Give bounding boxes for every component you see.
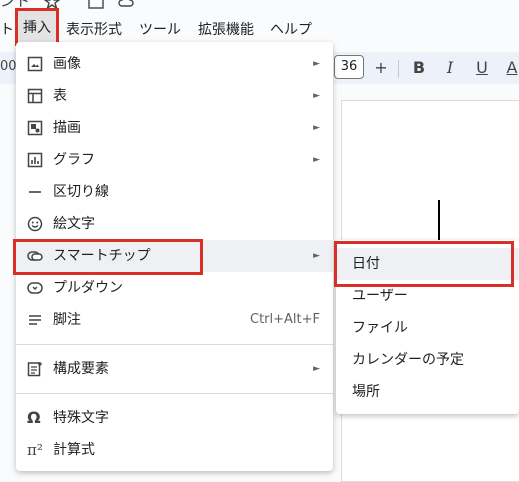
menu-item-label: グラフ — [53, 152, 95, 168]
submenu-item-file[interactable]: ファイル — [336, 312, 519, 344]
image-icon — [27, 56, 43, 72]
menu-item-equation[interactable]: π² 計算式 — [16, 434, 333, 466]
menu-item-label: 構成要素 — [53, 361, 109, 377]
submenu-arrow-icon: ► — [313, 59, 320, 69]
text-color-button[interactable]: A — [500, 56, 519, 80]
zoom-fragment[interactable]: 00 — [0, 59, 17, 74]
menu-item-label: 表 — [53, 88, 67, 104]
underline-button[interactable]: U — [470, 56, 494, 80]
highlight-box-smart-chips — [13, 239, 203, 275]
menu-item-label: 特殊文字 — [53, 410, 109, 426]
menu-edit-fragment[interactable]: ト — [0, 14, 14, 46]
omega-icon: Ω — [27, 408, 41, 427]
menu-item-chart[interactable]: グラフ ► — [16, 144, 333, 176]
shortcut-text: Ctrl+Alt+F — [250, 312, 320, 327]
menu-item-drawing[interactable]: 描画 ► — [16, 112, 333, 144]
menu-item-image[interactable]: 画像 ► — [16, 48, 333, 80]
menu-item-label: 脚注 — [53, 312, 81, 328]
italic-button[interactable]: I — [438, 56, 462, 80]
submenu-item-label: カレンダーの予定 — [352, 352, 464, 368]
menu-item-footnote[interactable]: 脚注 Ctrl+Alt+F — [16, 304, 333, 336]
bold-button[interactable]: B — [407, 56, 431, 80]
building-blocks-icon — [27, 362, 42, 377]
submenu-item-label: 場所 — [352, 384, 380, 400]
menu-item-label: 描画 — [53, 120, 81, 136]
menu-insert[interactable]: 挿入 — [15, 8, 59, 46]
menu-item-label: 画像 — [53, 56, 81, 72]
menu-item-label: 計算式 — [53, 442, 95, 458]
dropdown-icon — [27, 282, 43, 294]
menu-item-table[interactable]: 表 ► — [16, 80, 333, 112]
chart-icon — [27, 152, 43, 168]
submenu-arrow-icon: ► — [313, 123, 320, 133]
submenu-arrow-icon: ► — [313, 155, 320, 165]
submenu-item-label: ファイル — [352, 320, 408, 336]
menu-item-special-characters[interactable]: Ω 特殊文字 — [16, 402, 333, 434]
menu-item-label: 絵文字 — [53, 216, 95, 232]
submenu-item-place[interactable]: 場所 — [336, 376, 519, 408]
move-folder-icon[interactable] — [88, 0, 104, 10]
horizontal-line-icon — [29, 191, 41, 193]
title-strip: ント — [0, 0, 519, 14]
font-size-input[interactable]: 36 — [334, 55, 364, 79]
submenu-arrow-icon: ► — [313, 364, 320, 374]
submenu-item-calendar-event[interactable]: カレンダーの予定 — [336, 344, 519, 376]
menu-item-building-blocks[interactable]: 構成要素 ► — [16, 353, 333, 385]
highlight-box-date — [334, 241, 514, 287]
submenu-arrow-icon: ► — [313, 251, 320, 261]
menu-divider — [16, 344, 333, 345]
menu-item-dropdown[interactable]: プルダウン — [16, 272, 333, 304]
footnote-icon — [29, 315, 41, 325]
menu-divider — [16, 393, 333, 394]
menu-item-label: プルダウン — [53, 280, 123, 296]
table-icon — [27, 88, 43, 104]
menu-item-label: 区切り線 — [53, 184, 109, 200]
increase-font-size-button[interactable]: + — [369, 56, 393, 80]
drawing-icon — [27, 120, 43, 136]
cloud-saved-icon[interactable] — [118, 0, 134, 10]
menu-item-emoji[interactable]: 絵文字 — [16, 208, 333, 240]
submenu-arrow-icon: ► — [313, 91, 320, 101]
menu-item-horizontal-line[interactable]: 区切り線 — [16, 176, 333, 208]
toolbar-divider — [398, 60, 399, 78]
emoji-icon — [27, 216, 43, 232]
text-cursor — [438, 200, 440, 242]
equation-icon: π² — [27, 441, 43, 459]
